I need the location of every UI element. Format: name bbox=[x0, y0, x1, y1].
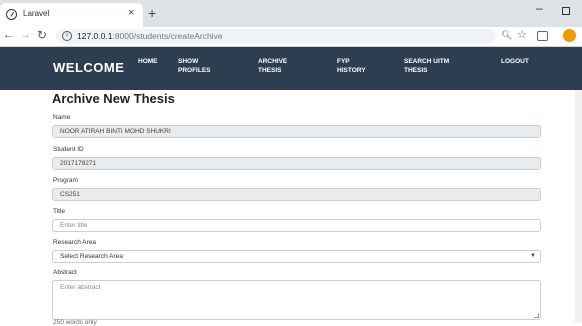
abstract-label: Abstract bbox=[53, 269, 77, 276]
nav-link-label: THESIS bbox=[258, 67, 282, 74]
browser-tab[interactable]: Laravel × bbox=[0, 3, 143, 27]
nav-link-search-uitm-thesis[interactable]: SEARCH UITM THESIS bbox=[404, 57, 449, 75]
program-label: Program bbox=[53, 177, 78, 184]
title-input[interactable]: Enter title bbox=[52, 219, 541, 232]
close-icon[interactable]: × bbox=[128, 7, 134, 19]
globe-icon bbox=[6, 9, 17, 20]
abstract-placeholder: Enter abstract bbox=[60, 284, 101, 291]
student-id-label: Student ID bbox=[53, 146, 84, 153]
page-title: Archive New Thesis bbox=[52, 91, 175, 106]
nav-link-label: SEARCH UITM bbox=[404, 58, 450, 65]
url-text: 127.0.0.1:8000/students/createArchive bbox=[77, 31, 223, 41]
new-tab-button[interactable]: + bbox=[148, 5, 156, 21]
star-icon[interactable]: ☆ bbox=[517, 28, 527, 41]
url-path: :8000/students/createArchive bbox=[112, 31, 223, 41]
name-label: Name bbox=[53, 114, 71, 121]
arrow-left-icon[interactable]: ← bbox=[3, 29, 14, 41]
nav-link-label: PROFILES bbox=[178, 67, 211, 74]
research-area-select[interactable]: Select Research Area ▼ bbox=[52, 250, 541, 263]
nav-link-logout[interactable]: LOGOUT bbox=[501, 57, 529, 66]
chevron-down-icon: ▼ bbox=[530, 253, 536, 259]
tab-title: Laravel bbox=[23, 9, 50, 18]
nav-link-label: LOGOUT bbox=[501, 58, 529, 65]
title-label: Title bbox=[53, 208, 66, 215]
nav-link-label: ARCHIVE bbox=[258, 58, 288, 65]
name-field: NOOR ATIRAH BINTI MOHD SHUKRI bbox=[52, 125, 541, 138]
arrow-right-icon[interactable]: → bbox=[20, 29, 31, 41]
program-field: CS251 bbox=[52, 188, 541, 201]
nav-link-show-profiles[interactable]: SHOW PROFILES bbox=[178, 57, 211, 75]
extension-icon[interactable] bbox=[537, 31, 548, 41]
nav-link-fyp-history[interactable]: FYP HISTORY bbox=[337, 57, 366, 75]
address-bar: ← → ↻ i 127.0.0.1:8000/students/createAr… bbox=[0, 27, 582, 47]
url-field[interactable]: i 127.0.0.1:8000/students/createArchive bbox=[56, 29, 496, 44]
abstract-textarea[interactable]: Enter abstract bbox=[52, 280, 541, 320]
nav-link-label: HOME bbox=[138, 58, 158, 65]
nav-link-label: HISTORY bbox=[337, 67, 366, 74]
nav-link-label: THESIS bbox=[404, 67, 428, 74]
resize-handle[interactable] bbox=[534, 313, 539, 318]
nav-link-archive-thesis[interactable]: ARCHIVE THESIS bbox=[258, 57, 287, 75]
research-area-label: Research Area bbox=[53, 239, 96, 246]
student-id-field: 2017178271 bbox=[52, 157, 541, 170]
page-scrollbar[interactable] bbox=[575, 90, 582, 323]
nav-link-label: FYP bbox=[337, 58, 350, 65]
url-host: 127.0.0.1 bbox=[77, 31, 113, 41]
zoom-icon[interactable]: 🔍︎ bbox=[501, 30, 512, 41]
nav-link-home[interactable]: HOME bbox=[138, 57, 158, 66]
nav-link-label: SHOW bbox=[178, 58, 199, 65]
info-icon[interactable]: i bbox=[62, 31, 72, 41]
research-area-selected: Select Research Area bbox=[60, 253, 123, 260]
site-navbar: WELCOME HOME SHOW PROFILES ARCHIVE THESI… bbox=[0, 47, 582, 90]
maximize-icon[interactable] bbox=[562, 7, 570, 15]
brand[interactable]: WELCOME bbox=[53, 60, 124, 75]
reload-icon[interactable]: ↻ bbox=[37, 28, 47, 42]
minimize-icon[interactable]: – bbox=[536, 1, 543, 15]
browser-tab-bar: Laravel × + – bbox=[0, 0, 582, 27]
profile-icon[interactable] bbox=[563, 29, 576, 42]
